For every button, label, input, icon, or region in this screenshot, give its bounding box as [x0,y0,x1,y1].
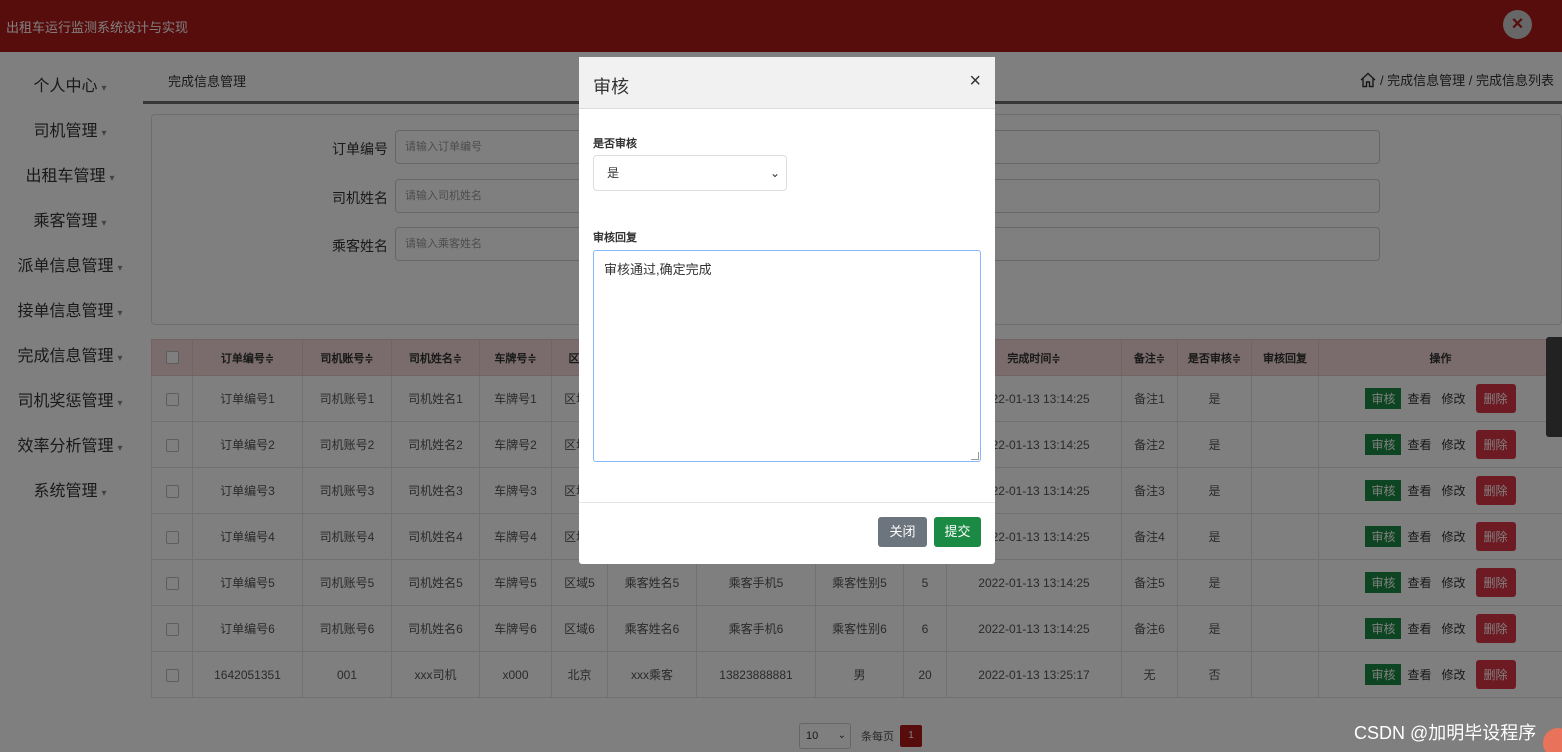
audit-status-select[interactable]: 是 ⌄ [593,155,787,191]
watermark-text: CSDN @加明毕设程序 [1354,723,1537,743]
close-icon[interactable]: × [969,71,981,91]
chevron-down-icon: ⌄ [769,166,780,180]
audit-reply-label: 审核回复 [593,232,637,244]
modal-footer: 关闭 提交 [579,502,995,564]
audit-status-label: 是否审核 [593,138,637,150]
resize-handle-icon[interactable] [971,452,979,460]
audit-status-value: 是 [607,166,620,180]
close-button[interactable]: 关闭 [878,517,927,547]
audit-modal: 审核 × 是否审核 是 ⌄ 审核回复 审核通过,确定完成 关闭 提交 [579,57,995,564]
audit-reply-textarea[interactable]: 审核通过,确定完成 [593,250,981,462]
modal-title: 审核 [593,77,629,97]
audit-reply-value: 审核通过,确定完成 [604,262,712,277]
modal-header: 审核 × [579,57,995,109]
submit-button[interactable]: 提交 [934,517,981,547]
